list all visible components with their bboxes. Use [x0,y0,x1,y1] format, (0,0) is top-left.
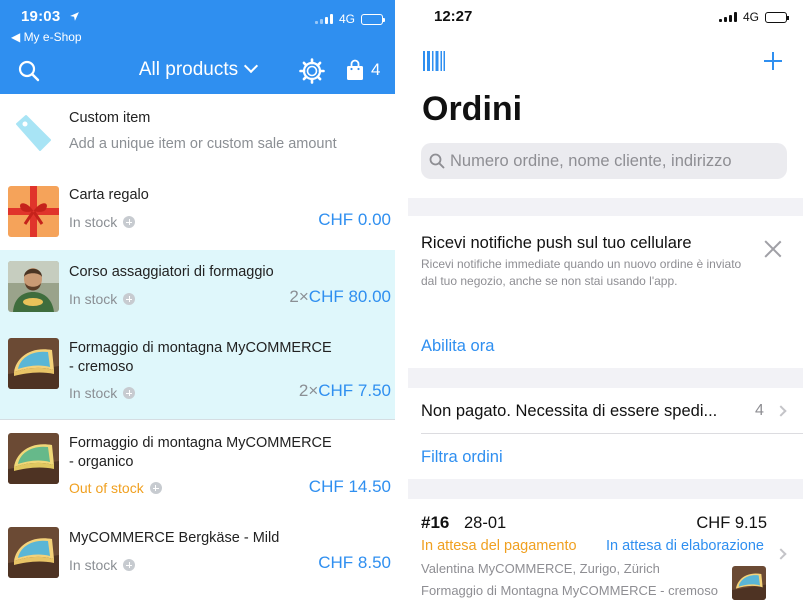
order-product: Formaggio di Montagna MyCOMMERCE - cremo… [421,583,718,598]
processing-status: In attesa di elaborazione [606,538,764,554]
add-stock-icon[interactable] [123,293,136,305]
product-price: CHF 14.50 [309,477,391,497]
status-time: 19:03 [21,8,61,25]
product-name: Formaggio di montagna MyCOMMERCE - cremo… [69,339,369,377]
stock-label: Out of stock [69,480,144,496]
battery-icon [765,11,789,23]
status-indicators: 4G [718,10,789,24]
price-value: CHF 8.50 [318,553,391,572]
order-date: 28-01 [464,514,507,532]
product-name: Corso assaggiatori di formaggio [69,264,274,280]
stock-status: In stock [69,385,136,401]
stock-status: In stock [69,291,136,307]
payment-status: In attesa del pagamento [421,538,577,554]
category-title: All products [138,59,239,80]
add-stock-icon[interactable] [123,387,136,399]
stock-status: In stock [69,557,136,573]
search-icon [429,153,445,169]
cheese-thumbnail [8,527,59,578]
filter-label: Non pagato. Necessita di essere spedi... [421,402,718,420]
product-row-carta-regalo[interactable]: Carta regalo In stock CHF 0.00 [0,172,395,250]
cheese-thumbnail [8,338,59,389]
product-quantity: 2× [298,381,319,400]
product-name: MyCOMMERCE Bergkäse - Mild [69,530,280,546]
cellular-signal-icon [718,12,737,22]
stock-label: In stock [69,214,118,230]
back-to-app-link[interactable]: ◀ My e-Shop [11,30,82,44]
cheese-thumbnail [8,433,59,484]
section-gap [408,479,803,499]
custom-item-subtitle: Add a unique item or custom sale amount [69,136,337,152]
app-header: 19:03 ◀ My e-Shop 4G All products 4 [0,0,395,94]
add-stock-icon[interactable] [123,559,136,571]
chevron-right-icon [775,548,787,560]
gift-card-thumbnail [8,186,59,237]
product-name: Formaggio di montagna MyCOMMERCE - organ… [69,434,369,472]
cart-count[interactable]: 4 [371,60,380,80]
add-stock-icon[interactable] [149,482,162,494]
section-gap [408,368,803,388]
category-selector[interactable]: All products [0,58,395,81]
status-indicators: 4G [314,12,385,26]
status-time: 12:27 [434,8,473,25]
stock-label: In stock [69,385,118,401]
add-order-icon[interactable] [764,52,782,70]
filter-orders-link[interactable]: Filtra ordini [421,448,503,467]
cellular-signal-icon [314,14,333,24]
product-name-line1: Formaggio di montagna MyCOMMERCE [69,340,332,356]
left-screen: 19:03 ◀ My e-Shop 4G All products 4 Cust… [0,0,395,600]
add-stock-icon[interactable] [123,216,136,228]
price-value: CHF 7.50 [318,381,391,400]
push-title: Ricevi notifiche push sul tuo cellulare [421,234,692,252]
row-divider [421,433,803,434]
product-name-line2: - cremoso [69,359,134,375]
order-product-thumbnail [732,566,766,600]
network-type: 4G [742,10,759,24]
order-amount: CHF 9.15 [696,514,767,532]
push-body: Ricevi notifiche immediate quando un nuo… [421,257,742,288]
network-type: 4G [338,12,355,26]
right-screen: 12:27 4G Ordini Ricevi notifiche push su… [408,0,803,600]
section-gap [408,198,803,216]
gear-icon[interactable] [299,58,325,84]
barcode-scan-icon[interactable] [423,51,445,71]
product-row-corso[interactable]: Corso assaggiatori di formaggio In stock… [0,250,395,328]
battery-icon [361,13,385,25]
product-row-bergkase[interactable]: MyCOMMERCE Bergkäse - Mild In stock CHF … [0,515,395,600]
product-price: 2×CHF 80.00 [289,287,391,307]
stock-label: In stock [69,291,118,307]
product-name-line2: - organico [69,454,134,470]
stock-status: Out of stock [69,480,162,496]
price-value: CHF 80.00 [308,287,391,306]
search-input[interactable] [450,151,780,171]
price-value: CHF 0.00 [318,210,391,229]
page-title: Ordini [422,90,523,128]
chevron-down-icon [244,58,259,74]
close-icon[interactable] [764,240,782,258]
product-name: Custom item [69,110,151,126]
product-name-line1: Formaggio di montagna MyCOMMERCE [69,435,332,451]
order-number: #16 [421,513,450,532]
product-price: CHF 8.50 [318,553,391,573]
course-thumbnail [8,261,59,312]
order-customer: Valentina MyCOMMERCE, Zurigo, Zürich [421,561,660,576]
product-price: 2×CHF 7.50 [299,381,391,401]
price-value: CHF 14.50 [308,477,391,496]
chevron-right-icon [775,405,787,417]
search-bar[interactable] [421,143,787,179]
filter-count: 4 [755,402,764,419]
shopping-bag-icon[interactable] [346,59,364,81]
product-row-formaggio-cremoso[interactable]: Formaggio di montagna MyCOMMERCE - cremo… [0,328,395,419]
location-arrow-icon [70,12,79,21]
price-tag-icon [16,115,51,151]
custom-item-row[interactable]: Custom item Add a unique item or custom … [0,94,395,172]
product-quantity: 2× [289,287,309,306]
product-name: Carta regalo [69,187,149,203]
stock-status: In stock [69,214,136,230]
stock-label: In stock [69,557,118,573]
product-price: CHF 0.00 [318,210,391,230]
product-row-formaggio-organico[interactable]: Formaggio di montagna MyCOMMERCE - organ… [0,420,395,515]
enable-push-link[interactable]: Abilita ora [421,337,494,356]
